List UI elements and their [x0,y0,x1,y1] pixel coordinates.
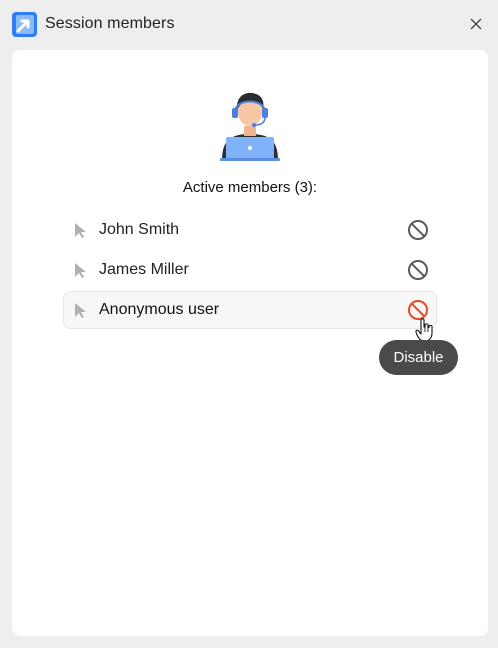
pointer-cursor-icon [75,223,86,238]
member-row-james-miller[interactable]: James Miller [63,251,437,289]
title-bar: Session members [0,0,498,48]
close-icon [470,18,482,30]
support-agent-icon [219,90,281,162]
active-members-heading: Active members (3): [182,179,318,196]
window-title: Session members [45,15,175,32]
pointer-cursor-icon [75,303,86,318]
hand-cursor-icon [415,318,433,342]
member-name: John Smith [99,221,180,238]
close-button[interactable] [466,14,486,34]
member-row-anonymous-user[interactable]: Anonymous user [63,291,437,329]
disable-member-button[interactable] [407,259,429,281]
member-row-john-smith[interactable]: John Smith [63,211,437,249]
disable-tooltip: Disable [379,340,458,375]
member-name: Anonymous user [99,301,220,318]
member-name: James Miller [99,261,189,278]
app-logo-icon [12,12,37,37]
pointer-cursor-icon [75,263,86,278]
disable-member-button[interactable] [407,219,429,241]
